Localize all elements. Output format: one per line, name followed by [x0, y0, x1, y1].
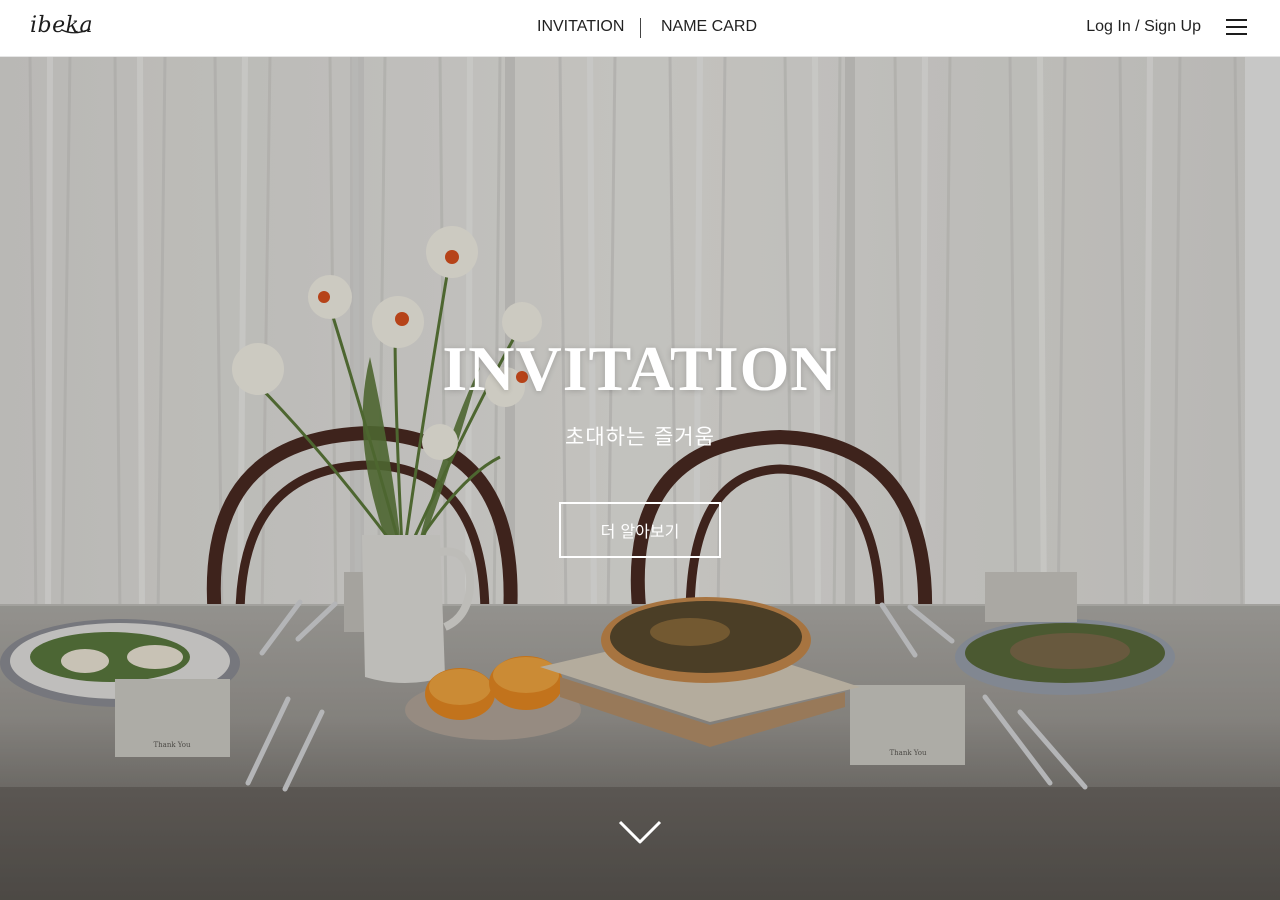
- chevron-down-icon[interactable]: [618, 819, 662, 845]
- hero-background-image: Thank You Thank You: [0, 57, 1280, 900]
- nav-name-card-link[interactable]: NAME CARD: [661, 18, 757, 36]
- nav-divider: [640, 18, 641, 38]
- nav-invitation-link[interactable]: INVITATION: [537, 18, 624, 36]
- hamburger-menu-icon[interactable]: [1226, 19, 1248, 37]
- site-header: ibeka INVITATION NAME CARD Log In / Sign…: [0, 0, 1280, 57]
- hero-subtitle: 초대하는 즐거움: [565, 425, 715, 449]
- hero-title: INVITATION: [442, 333, 838, 404]
- learn-more-button[interactable]: 더 알아보기: [559, 502, 721, 558]
- hero-banner: Thank You Thank You INVITATION 초대하는 즐거움 …: [0, 57, 1280, 900]
- login-signup-link[interactable]: Log In / Sign Up: [1086, 18, 1201, 36]
- learn-more-button-label: 더 알아보기: [600, 522, 680, 541]
